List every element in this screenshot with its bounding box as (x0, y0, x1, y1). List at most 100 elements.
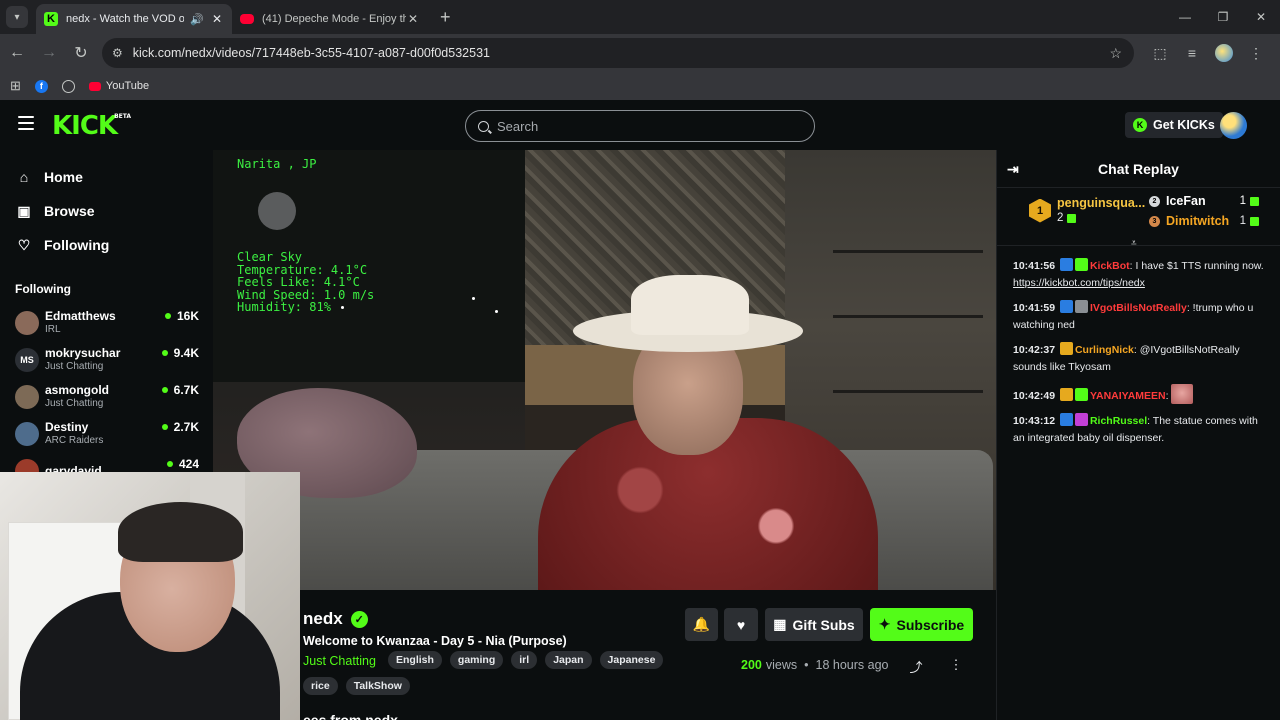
extensions-icon[interactable]: ⬚ (1144, 38, 1176, 68)
chat-username[interactable]: IVgotBillsNotReally (1090, 302, 1187, 314)
chat-username[interactable]: RichRussel (1090, 415, 1147, 427)
close-tab-icon[interactable]: ✕ (210, 12, 224, 26)
channel-category: ARC Raiders (45, 435, 104, 446)
notification-bell-button[interactable]: 🔔 (685, 608, 718, 641)
followed-channel[interactable]: Destiny ARC Raiders 2.7K (0, 415, 213, 452)
followed-channel[interactable]: Edmatthews IRL 16K (0, 304, 213, 341)
vod-title: Welcome to Kwanzaa - Day 5 - Nia (Purpos… (303, 634, 567, 648)
sidebar-item-home[interactable]: ⌂ Home (0, 160, 213, 194)
sidebar-item-browse[interactable]: ▣ Browse (0, 194, 213, 228)
leaderboard-count: 2 (1057, 211, 1145, 225)
search-input[interactable]: Search (465, 110, 815, 142)
follow-heart-button[interactable]: ♥ (724, 608, 758, 641)
tag-chip[interactable]: rice (303, 677, 338, 695)
leaderboard-count: 1 (1240, 215, 1259, 227)
toolbar-actions: ⬚ ≡ ⋮ (1144, 38, 1272, 68)
user-avatar[interactable] (1220, 112, 1247, 139)
user-badge-icon (1059, 258, 1073, 271)
kick-logo[interactable]: KICK BETA (52, 111, 131, 141)
video-scene (833, 250, 983, 253)
get-kicks-button[interactable]: K Get KICKs (1125, 112, 1223, 138)
leaderboard-first[interactable]: 1 penguinsqua... 2 (1029, 196, 1145, 225)
expand-leaderboard-icon[interactable]: ⩡ (1131, 238, 1137, 249)
tag-chip[interactable]: irl (511, 651, 538, 669)
video-scene (631, 275, 749, 335)
tab-kick[interactable]: K nedx - Watch the VOD on K 🔊 ✕ (36, 4, 232, 34)
video-scene (833, 390, 983, 393)
youtube-icon (88, 81, 101, 91)
message-timestamp: 10:43:12 (1013, 415, 1056, 427)
kick-page: KICK BETA Search K Get KICKs ⌂ Home ▣ Brows… (0, 100, 1280, 720)
tag-chip[interactable]: Japan (545, 651, 592, 669)
followed-channel[interactable]: MS mokrysuchar Just Chatting 9.4K (0, 341, 213, 378)
close-window-icon[interactable]: ✕ (1242, 0, 1280, 34)
channel-name[interactable]: nedx ✓ (303, 609, 368, 629)
bookmark-star-icon[interactable]: ☆ (1109, 45, 1122, 62)
restore-icon[interactable]: ❐ (1204, 0, 1242, 34)
speaker-icon[interactable]: 🔊 (190, 13, 204, 26)
channel-avatar: MS (15, 347, 39, 372)
more-options-icon[interactable]: ⋮ (945, 657, 967, 676)
back-icon[interactable]: ← (2, 38, 32, 68)
hamburger-menu-icon[interactable] (18, 116, 34, 130)
heart-icon: ♥ (736, 616, 746, 633)
overlay-feels-like: Feels Like: 4.1°C (237, 275, 360, 289)
leaderboard-second[interactable]: 2 IceFan 1 (1149, 194, 1259, 208)
views-label: views (765, 658, 798, 672)
leaderboard-username: Dimitwitch (1166, 214, 1230, 228)
leaderboard-username: penguinsqua... (1057, 196, 1146, 210)
user-badge-icon (1074, 388, 1088, 401)
chat-username[interactable]: YANAIYAMEEN (1090, 390, 1166, 402)
site-info-icon[interactable]: ⚙ (112, 46, 123, 60)
youtube-bookmark[interactable]: YouTube (88, 80, 149, 92)
facebook-bookmark-icon[interactable]: f (34, 79, 48, 93)
reload-icon[interactable]: ↻ (66, 38, 96, 68)
media-controls-icon[interactable]: ≡ (1176, 38, 1208, 68)
profile-avatar[interactable] (1208, 38, 1240, 68)
category-link[interactable]: Just Chatting (303, 654, 376, 668)
collapse-chat-icon[interactable]: ⇥ (1007, 161, 1019, 178)
close-tab-icon[interactable]: ✕ (406, 12, 420, 26)
channel-category: IRL (45, 324, 61, 335)
browser-tabstrip: ▾ K nedx - Watch the VOD on K 🔊 ✕ (41) D… (0, 0, 1280, 34)
minimize-icon[interactable]: — (1166, 0, 1204, 34)
vod-actions: ⤴ ⋮ (905, 657, 985, 676)
browse-icon: ▣ (17, 202, 31, 219)
window-controls: — ❐ ✕ (1166, 0, 1280, 34)
chat-message: 10:42:49 YANAIYAMEEN: (1013, 384, 1264, 405)
globe-bookmark-icon[interactable] (61, 79, 75, 93)
leaderboard-third[interactable]: 3 Dimitwitch 1 (1149, 214, 1259, 228)
followed-channel[interactable]: asmongold Just Chatting 6.7K (0, 378, 213, 415)
share-icon[interactable]: ⤴ (905, 657, 927, 676)
search-placeholder: Search (497, 118, 539, 134)
tag-chip[interactable]: gaming (449, 651, 504, 669)
overlay-condition: Clear Sky (237, 250, 303, 264)
leaderboard-username: IceFan (1166, 194, 1206, 208)
new-tab-button[interactable]: + (440, 7, 451, 28)
forward-icon[interactable]: → (34, 38, 64, 68)
following-list: Edmatthews IRL 16K MS mokrysuchar Just Chatti… (0, 304, 213, 489)
channel-avatar (15, 384, 39, 409)
chat-title: Chat Replay (1098, 160, 1179, 177)
subscribe-button[interactable]: ✦ Subscribe (870, 608, 973, 641)
sidebar-item-following[interactable]: ♡ Following (0, 228, 213, 262)
bell-icon: 🔔 (692, 616, 711, 632)
url-text: kick.com/nedx/videos/717448eb-3c55-4107-… (132, 46, 490, 60)
leaderboard-count: 1 (1240, 195, 1259, 207)
gift-subs-button[interactable]: ▦ Gift Subs (765, 608, 863, 641)
tab-title: nedx - Watch the VOD on K (66, 13, 185, 25)
tag-chip[interactable]: English (388, 651, 442, 669)
apps-icon[interactable]: ⊞ (10, 78, 21, 94)
tab-search-button[interactable]: ▾ (6, 6, 28, 28)
star-dot (495, 310, 498, 313)
address-bar[interactable]: ⚙ kick.com/nedx/videos/717448eb-3c55-410… (102, 38, 1134, 68)
menu-kebab-icon[interactable]: ⋮ (1240, 38, 1272, 68)
site-header: KICK BETA Search K Get KICKs (0, 100, 1280, 150)
tag-chip[interactable]: Japanese (599, 651, 664, 669)
chat-username[interactable]: KickBot (1090, 260, 1130, 272)
tab-youtube[interactable]: (41) Depeche Mode - Enjoy the ✕ (232, 4, 428, 34)
video-player[interactable]: Narita , JP Clear Sky Temperature: 4.1°C… (213, 150, 996, 590)
message-link[interactable]: https://kickbot.com/tips/nedx (1013, 277, 1145, 289)
chat-username[interactable]: CurlingNick (1075, 344, 1134, 356)
tag-chip[interactable]: TalkShow (345, 677, 410, 695)
